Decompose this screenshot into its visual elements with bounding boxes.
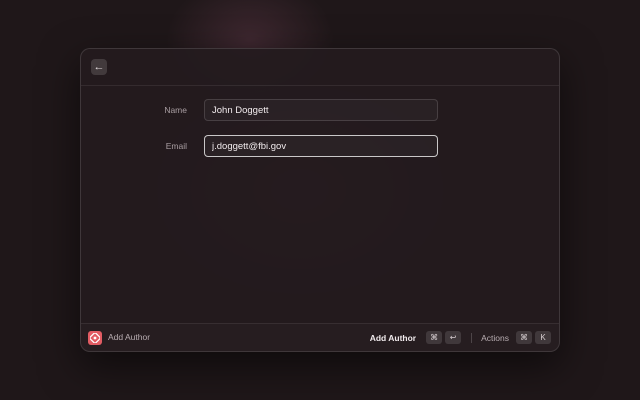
email-row: Email	[81, 135, 559, 157]
command-key-icon: ⌘	[516, 331, 532, 344]
command-key-icon: ⌘	[426, 331, 443, 344]
divider	[471, 332, 473, 343]
name-row: Name	[81, 99, 559, 121]
back-button[interactable]: ←	[91, 59, 107, 75]
bottom-bar: Add Author Add Author ⌘ ↩ Actions ⌘ K	[81, 323, 559, 351]
email-label: Email	[165, 141, 187, 151]
add-author-action[interactable]: Add Author	[370, 333, 416, 343]
top-bar: ←	[81, 49, 559, 86]
return-key-icon: ↩	[445, 331, 462, 344]
email-input[interactable]	[204, 135, 438, 157]
extension-icon	[88, 331, 102, 345]
raycast-window: ← Name Email Add Author Add Author ⌘ ↩ A…	[80, 48, 560, 352]
k-key-icon: K	[535, 331, 551, 344]
extension-name: Add Author	[108, 332, 151, 342]
actions-button[interactable]: Actions	[481, 333, 509, 343]
name-label: Name	[164, 105, 187, 115]
action-bar: Add Author ⌘ ↩ Actions ⌘ K	[370, 324, 551, 351]
name-input[interactable]	[204, 99, 438, 121]
arrow-left-icon: ←	[93, 61, 105, 73]
